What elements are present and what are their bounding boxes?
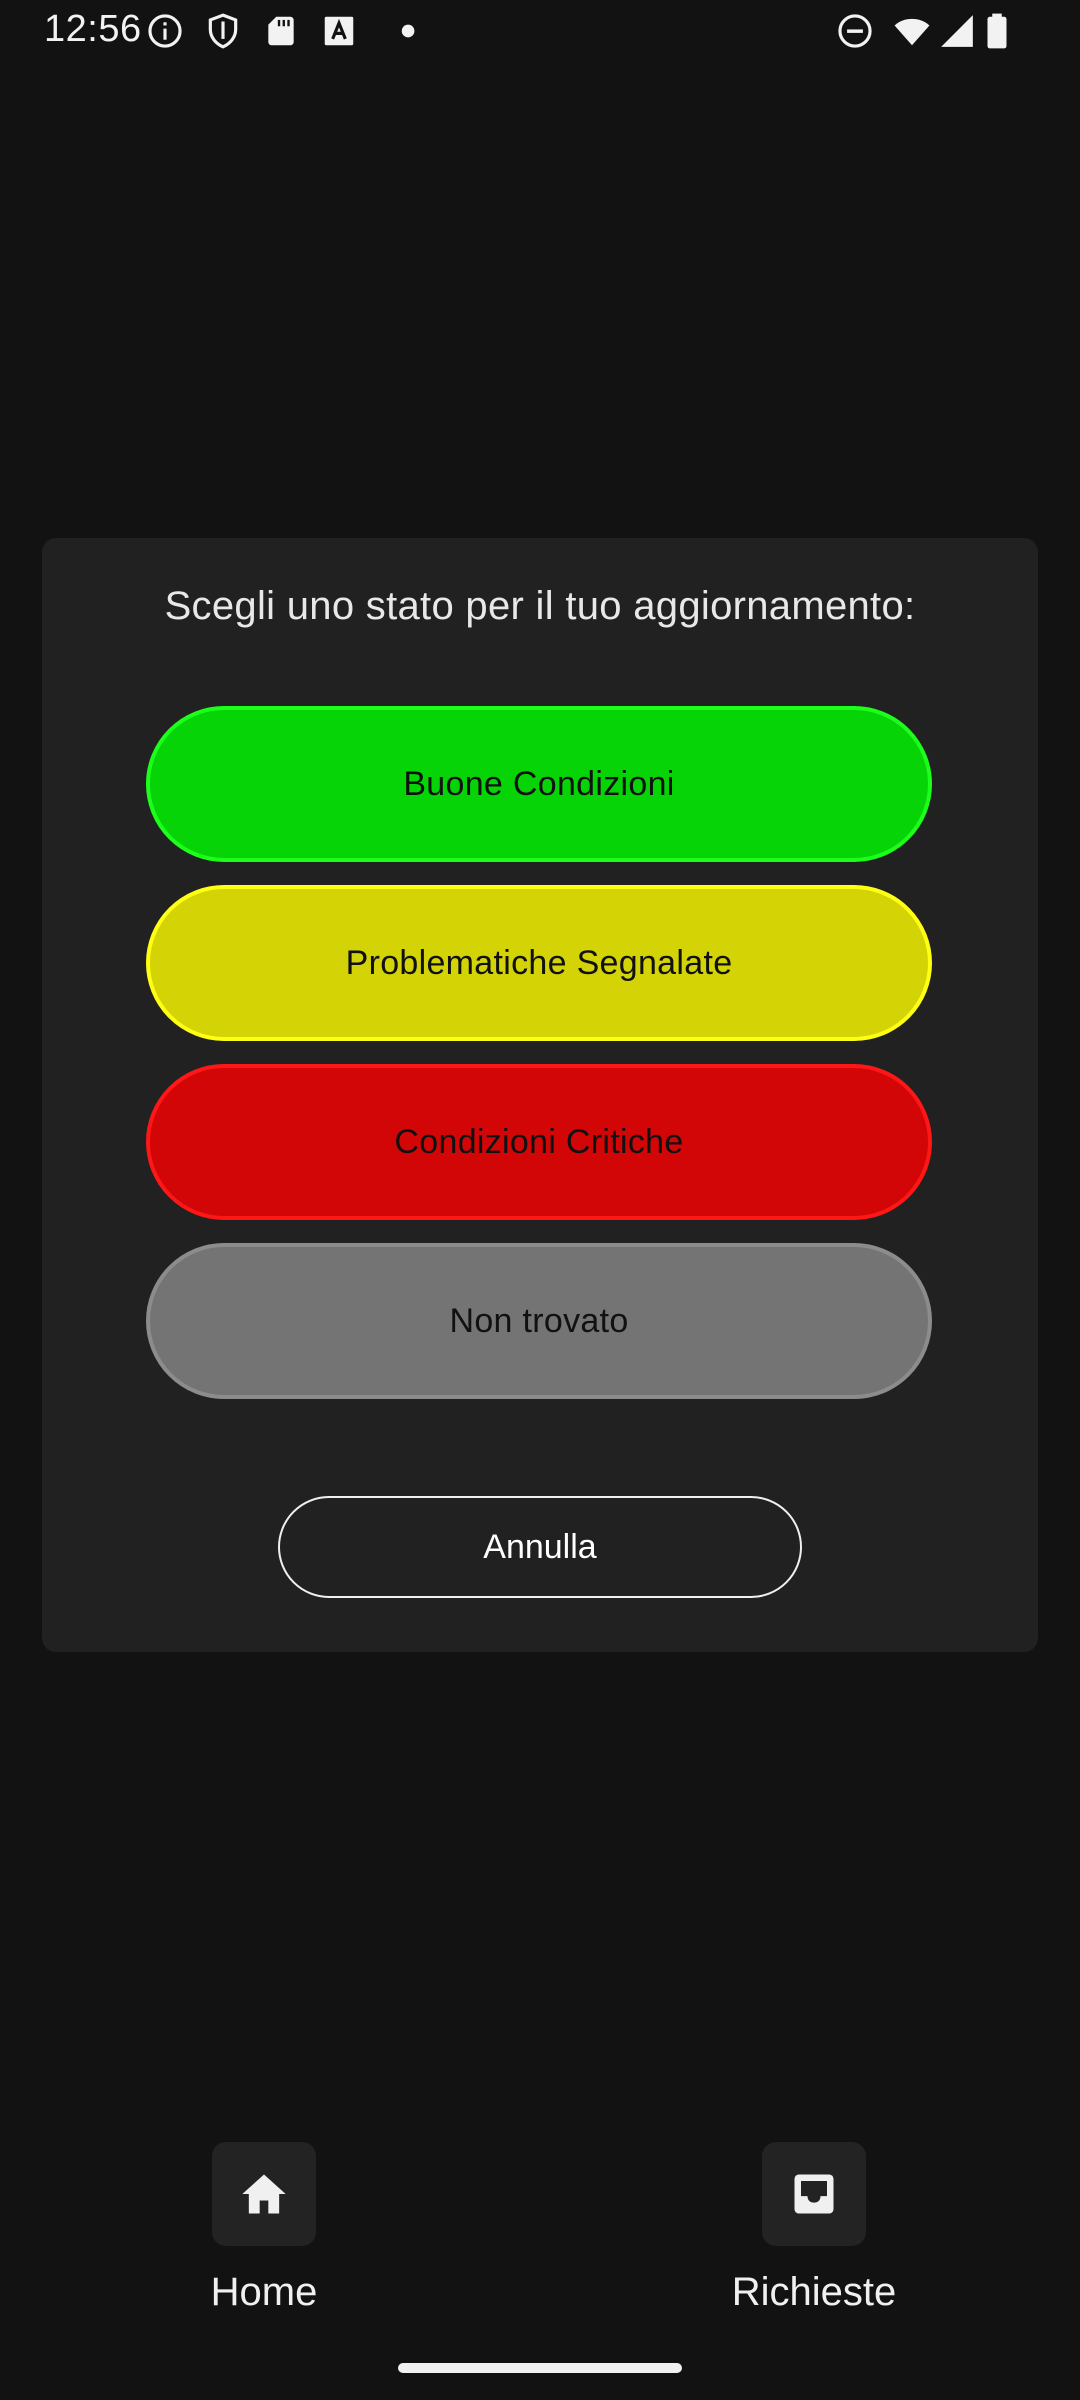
nav-label-home: Home (210, 2270, 318, 2314)
dialog-title: Scegli uno stato per il tuo aggiornament… (164, 584, 916, 628)
home-indicator[interactable] (398, 2363, 682, 2373)
good-condition-label: Buone Condizioni (403, 764, 675, 803)
signal-icon (938, 12, 976, 50)
nav-item-home[interactable]: Home (144, 2142, 384, 2322)
shield-icon (204, 12, 242, 50)
home-icon (212, 2142, 316, 2246)
inbox-icon (762, 2142, 866, 2246)
cancel-button[interactable]: Annulla (278, 1496, 802, 1598)
wifi-icon (890, 12, 934, 50)
dot-icon (378, 12, 416, 50)
status-time: 12:56 (44, 8, 142, 50)
status-bar: 12:56 (0, 0, 1080, 62)
issues-reported-label: Problematiche Segnalate (345, 943, 733, 982)
sd-card-icon (262, 12, 300, 50)
font-a-icon (320, 12, 358, 50)
not-found-label: Non trovato (449, 1301, 629, 1340)
good-condition-button[interactable]: Buone Condizioni (146, 706, 932, 862)
not-found-button[interactable]: Non trovato (146, 1243, 932, 1399)
critical-condition-label: Condizioni Critiche (394, 1122, 684, 1161)
battery-icon (978, 12, 1016, 50)
info-icon (146, 12, 184, 50)
status-dialog: Scegli uno stato per il tuo aggiornament… (42, 538, 1038, 1652)
critical-condition-button[interactable]: Condizioni Critiche (146, 1064, 932, 1220)
nav-item-richieste[interactable]: Richieste (694, 2142, 934, 2322)
nav-label-richieste: Richieste (731, 2270, 897, 2314)
cancel-label: Annulla (483, 1527, 597, 1566)
do-not-disturb-icon (836, 12, 874, 50)
issues-reported-button[interactable]: Problematiche Segnalate (146, 885, 932, 1041)
